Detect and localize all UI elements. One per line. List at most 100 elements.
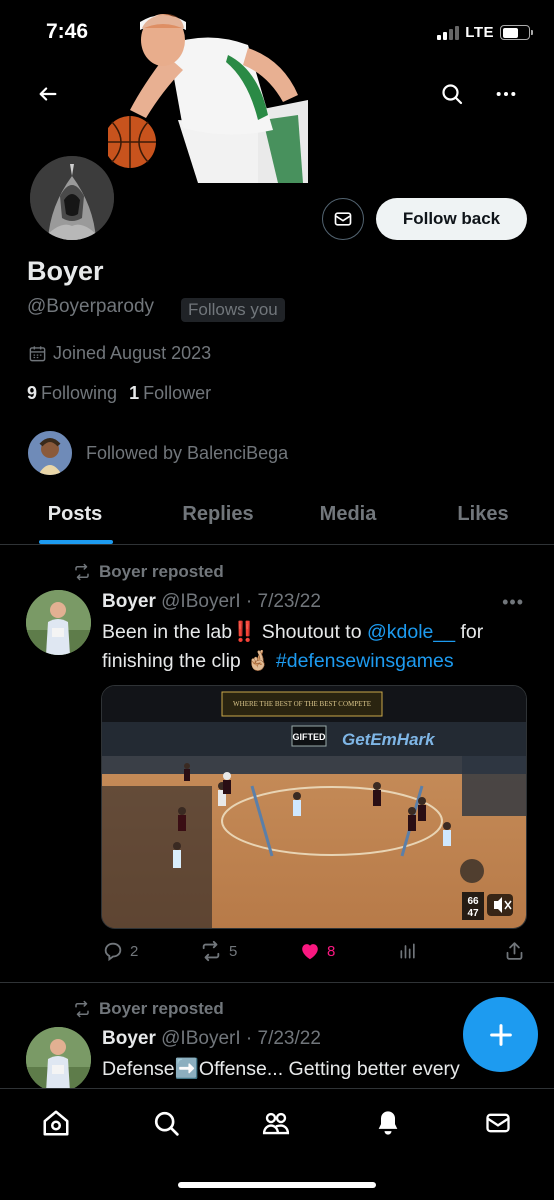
followers-link[interactable]: 1 Follower bbox=[129, 383, 211, 404]
post-text: Defense➡️Offense... Getting better every bbox=[102, 1055, 502, 1084]
post-text-part: Offense... Getting better every bbox=[198, 1058, 460, 1080]
more-icon bbox=[496, 91, 516, 97]
post-text: Been in the lab‼️ Shoutout to @kdole__ f… bbox=[102, 618, 532, 676]
nav-messages[interactable] bbox=[480, 1105, 516, 1141]
profile-handle: @Boyerparody bbox=[27, 296, 155, 317]
post-header: Boyer @IBoyerI · 7/23/22 bbox=[102, 591, 321, 613]
reply-button[interactable]: 2 bbox=[102, 940, 138, 962]
battery-icon bbox=[500, 25, 533, 40]
repost-text: Boyer reposted bbox=[99, 999, 224, 1018]
share-button[interactable] bbox=[504, 940, 525, 962]
post-text-part: Been in the lab bbox=[102, 621, 233, 643]
repost-icon bbox=[202, 940, 220, 962]
mail-icon bbox=[486, 1113, 510, 1133]
profile-tabs: Posts Replies Media Likes bbox=[0, 490, 554, 545]
post-header: Boyer @IBoyerI · 7/23/22 bbox=[102, 1028, 321, 1050]
post-text-part: Shoutout to bbox=[256, 621, 367, 643]
crossed-fingers-emoji: 🤞🏼 bbox=[246, 650, 271, 672]
communities-icon bbox=[262, 1112, 290, 1135]
follower-count: 1 bbox=[129, 383, 140, 403]
post-text-part: Defense bbox=[102, 1058, 175, 1080]
repost-icon bbox=[75, 1000, 89, 1018]
status-indicators: LTE bbox=[437, 24, 533, 41]
joined-date: Joined August 2023 bbox=[28, 343, 211, 364]
home-icon bbox=[43, 1110, 69, 1136]
post-author-avatar[interactable] bbox=[26, 590, 91, 655]
follows-you-badge: Follows you bbox=[181, 298, 285, 322]
repost-label: Boyer reposted bbox=[72, 999, 224, 1019]
post-more-icon[interactable]: ••• bbox=[502, 592, 524, 613]
nav-communities[interactable] bbox=[258, 1105, 294, 1141]
profile-banner[interactable] bbox=[108, 0, 308, 183]
post-actions: 2 5 8 bbox=[0, 940, 554, 966]
repost-count: 5 bbox=[229, 942, 238, 960]
search-button[interactable] bbox=[430, 72, 474, 116]
back-arrow-icon bbox=[39, 87, 57, 101]
post-author[interactable]: Boyer bbox=[102, 1028, 156, 1049]
post-author-avatar[interactable] bbox=[26, 1027, 91, 1092]
followed-by-text: Followed by BalenciBega bbox=[86, 442, 289, 463]
share-icon bbox=[506, 942, 523, 960]
tab-media[interactable]: Media bbox=[320, 503, 377, 526]
reply-count: 2 bbox=[130, 942, 139, 960]
right-arrow-emoji: ➡️ bbox=[174, 1058, 199, 1080]
follow-back-button[interactable]: Follow back bbox=[376, 198, 527, 240]
active-tab-indicator bbox=[39, 540, 113, 544]
following-link[interactable]: 9 Following bbox=[27, 383, 117, 404]
post-divider bbox=[0, 982, 554, 983]
nav-home[interactable] bbox=[38, 1105, 74, 1141]
reply-icon bbox=[104, 942, 122, 962]
like-icon bbox=[302, 944, 318, 960]
post-author[interactable]: Boyer bbox=[102, 591, 156, 612]
follower-label: Follower bbox=[143, 383, 212, 403]
repost-icon bbox=[75, 563, 89, 581]
score-b: 47 bbox=[467, 908, 479, 919]
double-exclamation-emoji: ‼️ bbox=[232, 621, 257, 643]
score-a: 66 bbox=[467, 896, 479, 907]
post-text-part: finishing the clip bbox=[102, 650, 247, 672]
calendar-icon bbox=[29, 346, 46, 362]
followed-by[interactable]: Followed by BalenciBega bbox=[28, 431, 288, 475]
following-label: Following bbox=[41, 383, 118, 403]
plus-icon bbox=[489, 1023, 512, 1046]
views-icon bbox=[400, 943, 415, 959]
post-text-part: for bbox=[455, 621, 484, 643]
status-time: 7:46 bbox=[46, 20, 89, 43]
compose-button[interactable] bbox=[463, 997, 538, 1072]
post-video[interactable]: GIFTED WHERE THE BEST OF THE BEST COMPET… bbox=[101, 685, 527, 929]
joined-text: Joined August 2023 bbox=[53, 343, 212, 363]
video-sign: GetEmHark bbox=[342, 730, 436, 749]
back-button[interactable] bbox=[26, 72, 70, 116]
search-icon bbox=[442, 84, 463, 105]
repost-label: Boyer reposted bbox=[72, 562, 224, 582]
video-banner: WHERE THE BEST OF THE BEST COMPETE bbox=[233, 700, 371, 708]
message-button[interactable] bbox=[322, 198, 364, 240]
repost-text: Boyer reposted bbox=[99, 562, 224, 581]
like-count: 8 bbox=[327, 942, 336, 960]
tab-likes[interactable]: Likes bbox=[457, 503, 508, 526]
tab-posts[interactable]: Posts bbox=[48, 503, 102, 526]
follower-avatar bbox=[28, 431, 72, 475]
mute-icon[interactable] bbox=[485, 892, 515, 918]
post-meta: @IBoyerI · 7/23/22 bbox=[161, 1028, 321, 1049]
post-meta: @IBoyerI · 7/23/22 bbox=[161, 591, 321, 612]
follow-counts: 9 Following 1 Follower bbox=[27, 383, 211, 404]
hashtag-link[interactable]: #defensewinsgames bbox=[276, 650, 454, 672]
video-logo: GIFTED bbox=[293, 732, 326, 742]
profile-avatar[interactable] bbox=[26, 152, 118, 244]
display-name: Boyer bbox=[27, 256, 104, 286]
notifications-icon bbox=[378, 1111, 398, 1135]
search-icon bbox=[154, 1111, 179, 1136]
nav-notifications[interactable] bbox=[370, 1105, 406, 1141]
views-button[interactable] bbox=[398, 940, 418, 962]
mention-link[interactable]: @kdole__ bbox=[367, 621, 455, 643]
repost-button[interactable]: 5 bbox=[199, 940, 237, 962]
following-count: 9 bbox=[27, 383, 38, 403]
tab-replies[interactable]: Replies bbox=[182, 503, 253, 526]
more-button[interactable] bbox=[484, 72, 528, 116]
signal-icon bbox=[437, 25, 460, 40]
nav-search[interactable] bbox=[148, 1105, 184, 1141]
network-label: LTE bbox=[465, 24, 494, 41]
like-button[interactable]: 8 bbox=[299, 940, 335, 962]
mail-icon bbox=[334, 212, 352, 226]
